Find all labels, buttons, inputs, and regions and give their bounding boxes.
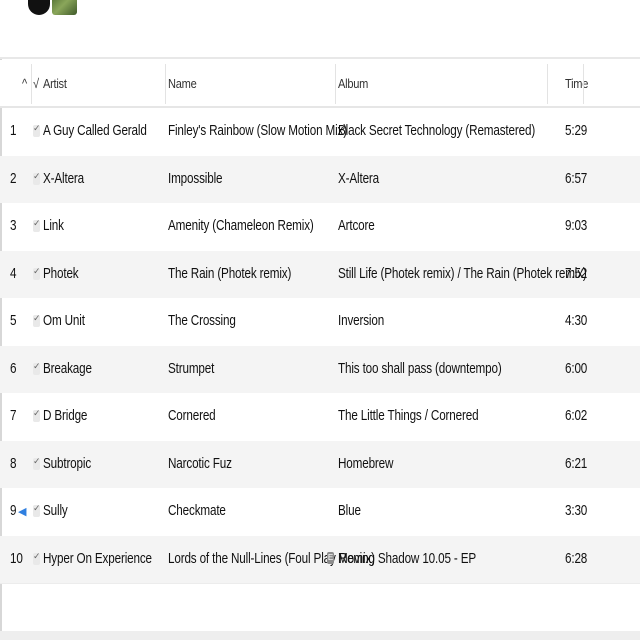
explicit-badge-icon: E [327, 551, 334, 564]
track-artist: Link [43, 217, 64, 234]
track-checkbox[interactable] [33, 456, 41, 470]
track-time: 3:30 [565, 502, 588, 519]
track-checkbox[interactable] [33, 313, 41, 327]
album-art-strip [0, 0, 640, 59]
track-number: 6 [10, 359, 17, 377]
column-header-row: ^ √ Artist Name Album Time [0, 60, 640, 106]
column-separator[interactable] [583, 64, 584, 104]
track-time: 4:30 [565, 312, 588, 329]
track-album: Still Life (Photek remix) / The Rain (Ph… [338, 264, 587, 282]
track-time: 6:28 [565, 549, 588, 567]
track-number: 2 [10, 169, 17, 187]
track-artist: Subtropic [43, 454, 92, 472]
column-separator[interactable] [165, 64, 166, 104]
track-album: Artcore [338, 217, 375, 234]
track-name: The Crossing [168, 312, 236, 329]
track-number: 3 [10, 217, 17, 234]
track-artist: Photek [43, 264, 79, 282]
table-row[interactable]: 1 A Guy Called Gerald Finley's Rainbow (Sl… [0, 108, 640, 156]
table-row[interactable]: 6 Breakage Strumpet This too shall pass (do… [0, 345, 640, 393]
track-time: 6:57 [565, 169, 588, 187]
column-header-check[interactable]: √ [33, 76, 39, 91]
track-name: Amenity (Chameleon Remix) [168, 217, 314, 234]
track-number: 7 [10, 407, 17, 424]
track-checkbox[interactable] [33, 551, 41, 565]
track-album: Inversion [338, 312, 385, 329]
track-artist: A Guy Called Gerald [43, 122, 147, 139]
track-album: This too shall pass (downtempo) [338, 359, 502, 377]
track-checkbox[interactable] [33, 123, 41, 137]
column-header-name[interactable]: Name [168, 76, 197, 91]
track-name: Impossible [168, 169, 223, 187]
track-checkbox[interactable] [33, 171, 41, 185]
sort-indicator-icon[interactable]: ^ [22, 76, 27, 91]
track-checkbox[interactable] [33, 218, 41, 232]
divider [0, 57, 640, 59]
table-row[interactable]: 4 Photek The Rain (Photek remix) Still Life… [0, 250, 640, 298]
track-time: 5:29 [565, 122, 588, 139]
track-list: 1 A Guy Called Gerald Finley's Rainbow (Sl… [0, 108, 640, 583]
track-number: 4 [10, 264, 17, 282]
album-art-thumbnail[interactable] [28, 0, 50, 15]
column-header-album[interactable]: Album [338, 76, 368, 91]
column-header-time[interactable]: Time [565, 76, 588, 91]
track-name: Finley's Rainbow (Slow Motion Mix) [168, 122, 347, 139]
table-row[interactable]: 7 D Bridge Cornered The Little Things / Cor… [0, 393, 640, 441]
table-row[interactable]: 5 Om Unit The Crossing Inversion 4:30 [0, 298, 640, 346]
table-row[interactable]: 9◀ Sully Checkmate Blue 3:30 [0, 488, 640, 536]
track-name: Cornered [168, 407, 216, 424]
track-name: Checkmate [168, 502, 226, 519]
track-album: The Little Things / Cornered [338, 407, 479, 424]
track-number: 9 [10, 502, 17, 519]
track-time: 6:21 [565, 454, 588, 472]
track-artist: Sully [43, 502, 68, 519]
track-name: Strumpet [168, 359, 215, 377]
track-time: 7:52 [565, 264, 588, 282]
track-number: 10 [10, 549, 23, 567]
music-library-window: ^ √ Artist Name Album Time 1 A Guy Called… [0, 0, 640, 640]
track-artist: X-Altera [43, 169, 85, 187]
track-number: 1 [10, 122, 17, 139]
track-album: Homebrew [338, 454, 394, 472]
table-row[interactable]: 2 X-Altera Impossible X-Altera 6:57 [0, 155, 640, 203]
track-album: X-Altera [338, 169, 380, 187]
album-art-thumbnail[interactable] [52, 0, 77, 15]
track-artist: Hyper On Experience [43, 549, 152, 567]
divider [0, 583, 640, 584]
track-number: 8 [10, 454, 17, 472]
table-row[interactable]: 10Hyper On ExperienceLords of the Null-L… [0, 535, 640, 583]
track-album: Black Secret Technology (Remastered) [338, 122, 536, 139]
track-time: 6:02 [565, 407, 588, 424]
track-checkbox[interactable] [33, 361, 41, 375]
column-separator[interactable] [335, 64, 336, 104]
column-separator[interactable] [31, 64, 32, 104]
track-artist: D Bridge [43, 407, 88, 424]
track-time: 9:03 [565, 217, 588, 234]
track-artist: Breakage [43, 359, 92, 377]
track-name: The Rain (Photek remix) [168, 264, 292, 282]
track-artist: Om Unit [43, 312, 85, 329]
track-time: 6:00 [565, 359, 588, 377]
track-checkbox[interactable] [33, 266, 41, 280]
bottom-bar [0, 631, 640, 640]
track-checkbox[interactable] [33, 503, 41, 517]
track-album: Moving Shadow 10.05 - EP [338, 549, 477, 567]
now-playing-speaker-icon: ◀ [18, 506, 27, 518]
track-name: Narcotic Fuz [168, 454, 232, 472]
table-row[interactable]: 8 Subtropic Narcotic Fuz Homebrew 6:21 [0, 440, 640, 488]
track-album: Blue [338, 502, 361, 519]
track-checkbox[interactable] [33, 408, 41, 422]
column-separator[interactable] [547, 64, 548, 104]
column-header-artist[interactable]: Artist [43, 76, 67, 91]
table-row[interactable]: 3 Link Amenity (Chameleon Remix) Artcore 9:0… [0, 203, 640, 251]
track-number: 5 [10, 312, 17, 329]
